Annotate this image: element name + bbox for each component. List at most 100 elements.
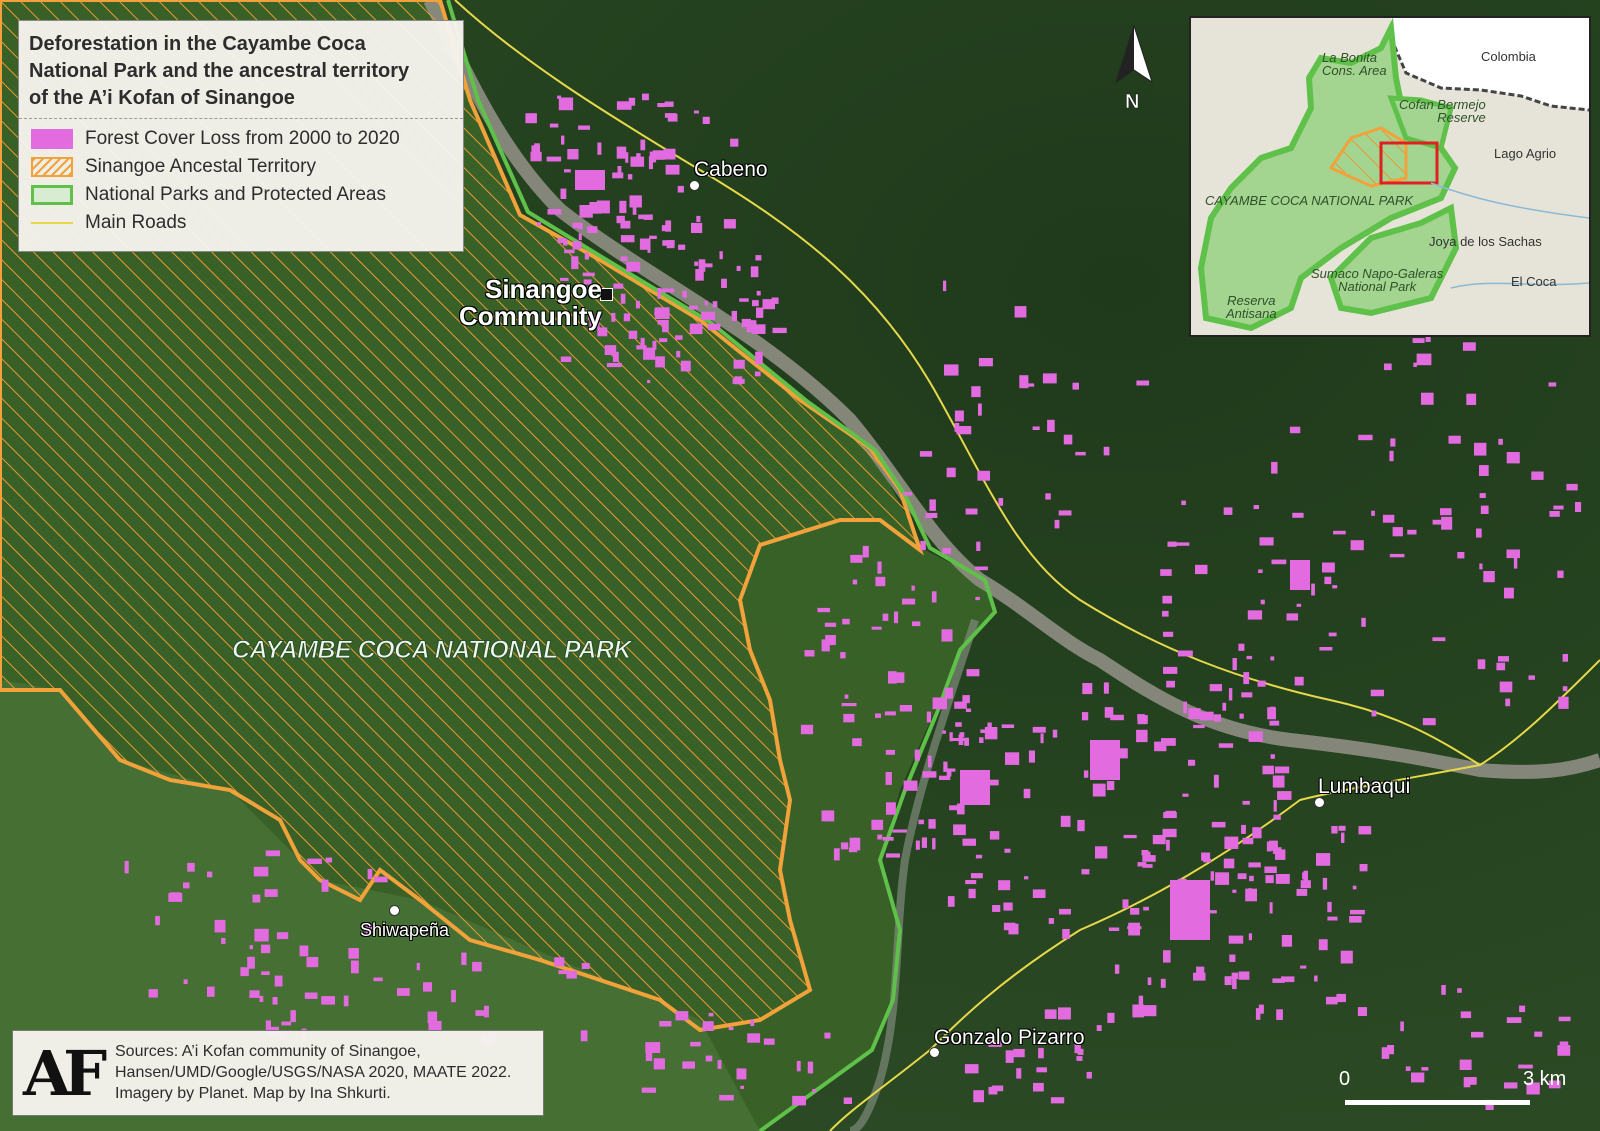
- forest-loss-patch: [416, 962, 420, 971]
- forest-loss-patch: [1271, 461, 1278, 474]
- forest-loss-patch: [1457, 988, 1462, 993]
- forest-loss-patch: [1248, 933, 1252, 941]
- forest-loss-patch: [659, 338, 668, 343]
- forest-loss-patch: [1269, 902, 1273, 914]
- forest-loss-patch: [148, 989, 158, 998]
- forest-loss-cluster: [1290, 560, 1310, 590]
- forest-loss-patch: [971, 386, 981, 398]
- forest-loss-patch: [348, 948, 359, 959]
- forest-loss-patch: [249, 945, 253, 950]
- forest-loss-patch: [1400, 1021, 1404, 1032]
- north-arrow-icon: N: [1115, 24, 1153, 113]
- forest-loss-patch: [1270, 656, 1275, 661]
- forest-loss-patch: [1130, 908, 1140, 915]
- inset-label-cofan: Cofan Bermejo Reserve: [1399, 97, 1486, 125]
- inset-map[interactable]: Colombia La Bonita Cons. Area Cofan Berme…: [1189, 16, 1591, 337]
- forest-loss-patch: [630, 156, 645, 167]
- forest-loss-patch: [1270, 754, 1275, 759]
- forest-loss-patch: [1296, 603, 1302, 607]
- forest-loss-patch: [1223, 858, 1235, 869]
- forest-loss-patch: [978, 358, 993, 367]
- legend-item-roads: Main Roads: [19, 209, 463, 237]
- forest-loss-patch: [1336, 993, 1346, 1003]
- sources-text: Sources: A’i Kofan community of Sinangoe…: [115, 1043, 512, 1102]
- forest-loss-patch: [1296, 888, 1308, 896]
- forest-loss-patch: [962, 838, 976, 846]
- forest-loss-patch: [976, 541, 981, 551]
- forest-loss-patch: [882, 837, 894, 841]
- forest-loss-patch: [1106, 781, 1115, 791]
- forest-loss-patch: [862, 545, 869, 558]
- forest-loss-patch: [1032, 726, 1046, 733]
- forest-loss-patch: [653, 1058, 665, 1070]
- forest-loss-patch: [564, 249, 575, 254]
- forest-loss-patch: [299, 945, 309, 957]
- forest-loss-patch: [1152, 835, 1166, 845]
- forest-loss-patch: [927, 755, 932, 768]
- forest-loss-patch: [1255, 1008, 1261, 1020]
- forest-loss-cluster: [1090, 740, 1120, 780]
- forest-loss-patch: [321, 996, 335, 1005]
- shiwapena-marker[interactable]: [389, 905, 400, 916]
- forest-loss-patch: [675, 1011, 689, 1021]
- forest-loss-patch: [1183, 701, 1187, 714]
- forest-loss-patch: [903, 780, 918, 791]
- forest-loss-patch: [564, 169, 571, 173]
- forest-loss-patch: [721, 278, 727, 288]
- forest-loss-patch: [1242, 837, 1254, 845]
- forest-loss-patch: [1460, 1011, 1472, 1019]
- forest-loss-patch: [696, 215, 701, 222]
- forest-loss-patch: [1044, 1009, 1057, 1019]
- forest-loss-patch: [1499, 681, 1513, 693]
- map-canvas[interactable]: Deforestation in the Cayambe Coca Nation…: [0, 0, 1600, 1131]
- forest-loss-patch: [1549, 511, 1560, 517]
- forest-loss-patch: [1210, 871, 1214, 881]
- forest-loss-patch: [1260, 599, 1265, 605]
- forest-loss-patch: [1331, 826, 1338, 834]
- forest-loss-patch: [1167, 541, 1177, 547]
- legend-panel: Deforestation in the Cayambe Coca Nation…: [18, 20, 464, 252]
- forest-loss-patch: [1224, 836, 1239, 849]
- forest-loss-patch: [1496, 662, 1506, 671]
- forest-loss-patch: [1504, 1082, 1518, 1089]
- forest-loss-patch: [751, 324, 766, 334]
- forest-loss-patch: [1479, 563, 1483, 570]
- forest-loss-patch: [825, 635, 836, 646]
- forest-loss-patch: [1548, 382, 1557, 387]
- forest-loss-patch: [1114, 964, 1120, 974]
- forest-loss-patch: [155, 915, 160, 926]
- forest-loss-patch: [840, 842, 849, 850]
- forest-loss-patch: [1086, 1071, 1092, 1079]
- forest-loss-patch: [1272, 847, 1282, 854]
- forest-loss-patch: [549, 123, 559, 128]
- forest-loss-patch: [657, 287, 661, 299]
- forest-loss-patch: [1390, 438, 1396, 447]
- forest-loss-patch: [1203, 858, 1212, 863]
- forest-loss-patch: [914, 749, 920, 761]
- forest-loss-patch: [704, 300, 708, 306]
- forest-loss-patch: [903, 492, 913, 496]
- forest-loss-patch: [1358, 434, 1373, 441]
- forest-loss-patch: [1232, 889, 1237, 893]
- forest-loss-patch: [1421, 392, 1434, 405]
- forest-loss-patch: [1195, 564, 1208, 575]
- shiwapena-label: Shiwapeña: [360, 920, 450, 940]
- forest-loss-patch: [998, 880, 1011, 891]
- forest-loss-patch: [276, 932, 289, 940]
- forest-loss-patch: [1498, 438, 1503, 445]
- forest-loss-patch: [1103, 682, 1109, 694]
- forest-loss-patch: [1096, 1025, 1102, 1031]
- forest-loss-patch: [654, 308, 666, 314]
- forest-loss-patch: [397, 988, 410, 996]
- forest-loss-patch: [1361, 617, 1366, 627]
- forest-loss-patch: [1193, 724, 1205, 729]
- forest-loss-patch: [1300, 965, 1307, 969]
- forest-loss-patch: [1477, 659, 1486, 670]
- forest-loss-patch: [1441, 985, 1446, 995]
- forest-loss-patch: [1162, 595, 1172, 604]
- forest-loss-patch: [731, 310, 737, 322]
- forest-loss-patch: [1384, 363, 1392, 371]
- forest-loss-patch: [647, 245, 651, 253]
- forest-loss-patch: [1318, 939, 1328, 951]
- forest-loss-patch: [850, 554, 863, 563]
